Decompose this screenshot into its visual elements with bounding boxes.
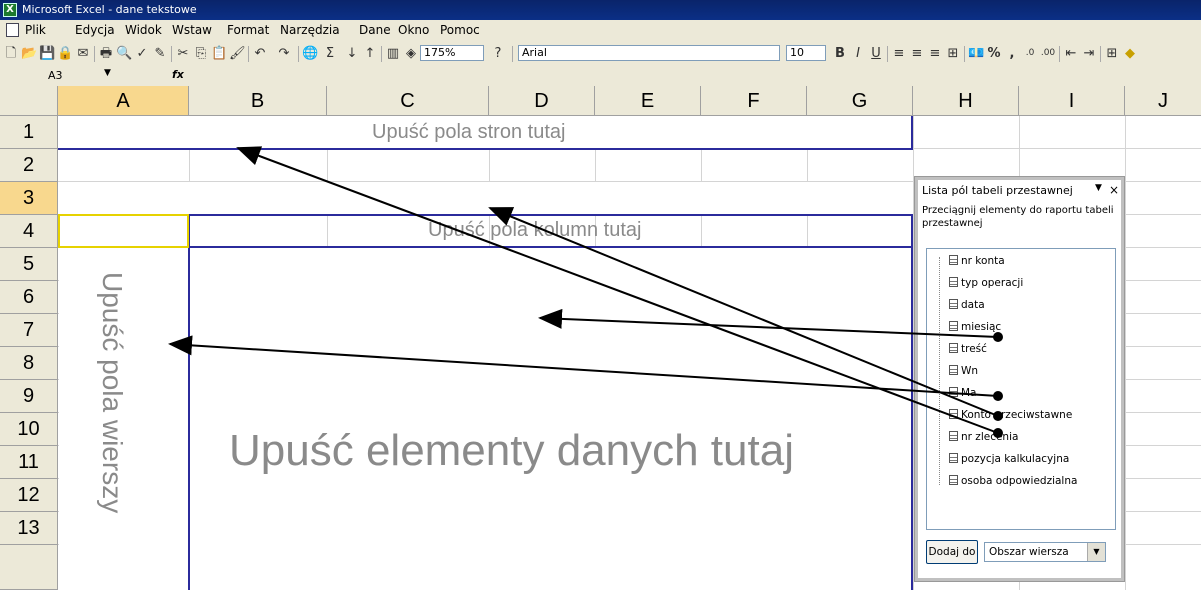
arrow-origin-dot [993, 428, 1003, 438]
arrow-origin-dot [993, 332, 1003, 342]
arrow-origin-dot [993, 391, 1003, 401]
arrow-miesiac-to-data [538, 308, 999, 338]
arrow-konto-to-columns [488, 207, 999, 417]
arrow-zlecenie-to-pages [236, 146, 999, 434]
arrow-ma-to-rows [168, 335, 999, 397]
drag-arrows-overlay [168, 146, 1003, 438]
arrow-origin-dot [993, 411, 1003, 421]
